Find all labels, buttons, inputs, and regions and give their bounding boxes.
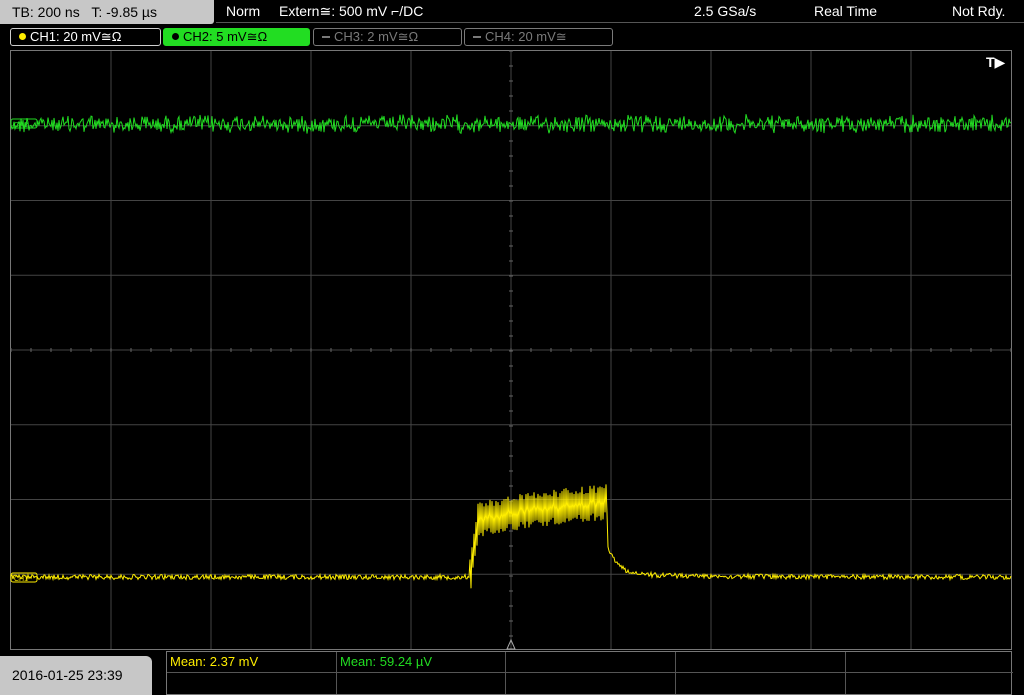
measurement-ch1-mean[interactable]: Mean: 2.37 mV [167,652,337,673]
measurement-slot-6[interactable] [167,673,337,694]
measurement-slot-4[interactable] [676,652,846,673]
measurement-slot-3[interactable] [506,652,676,673]
measurement-slot-7[interactable] [337,673,506,694]
measurement-ch2-text: Mean: 59.24 µV [340,654,433,669]
svg-text:CH1: CH1 [14,576,28,583]
measurement-slot-10[interactable] [846,673,1013,694]
waveform-canvas: CH2 CH1 [10,50,1012,650]
measurement-slot-8[interactable] [506,673,676,694]
measurement-slot-5[interactable] [846,652,1013,673]
ch2-ground-marker-icon: CH2 [10,118,38,129]
measurement-slot-9[interactable] [676,673,846,694]
measurement-ch1-text: Mean: 2.37 mV [170,654,259,669]
measurement-ch2-mean[interactable]: Mean: 59.24 µV [337,652,506,673]
trigger-level-marker[interactable]: T▶ [986,54,1005,71]
measurement-bar[interactable]: Mean: 2.37 mV Mean: 59.24 µV [166,651,1013,695]
timestamp: 2016-01-25 23:39 [0,656,152,695]
svg-text:CH2: CH2 [14,122,28,129]
